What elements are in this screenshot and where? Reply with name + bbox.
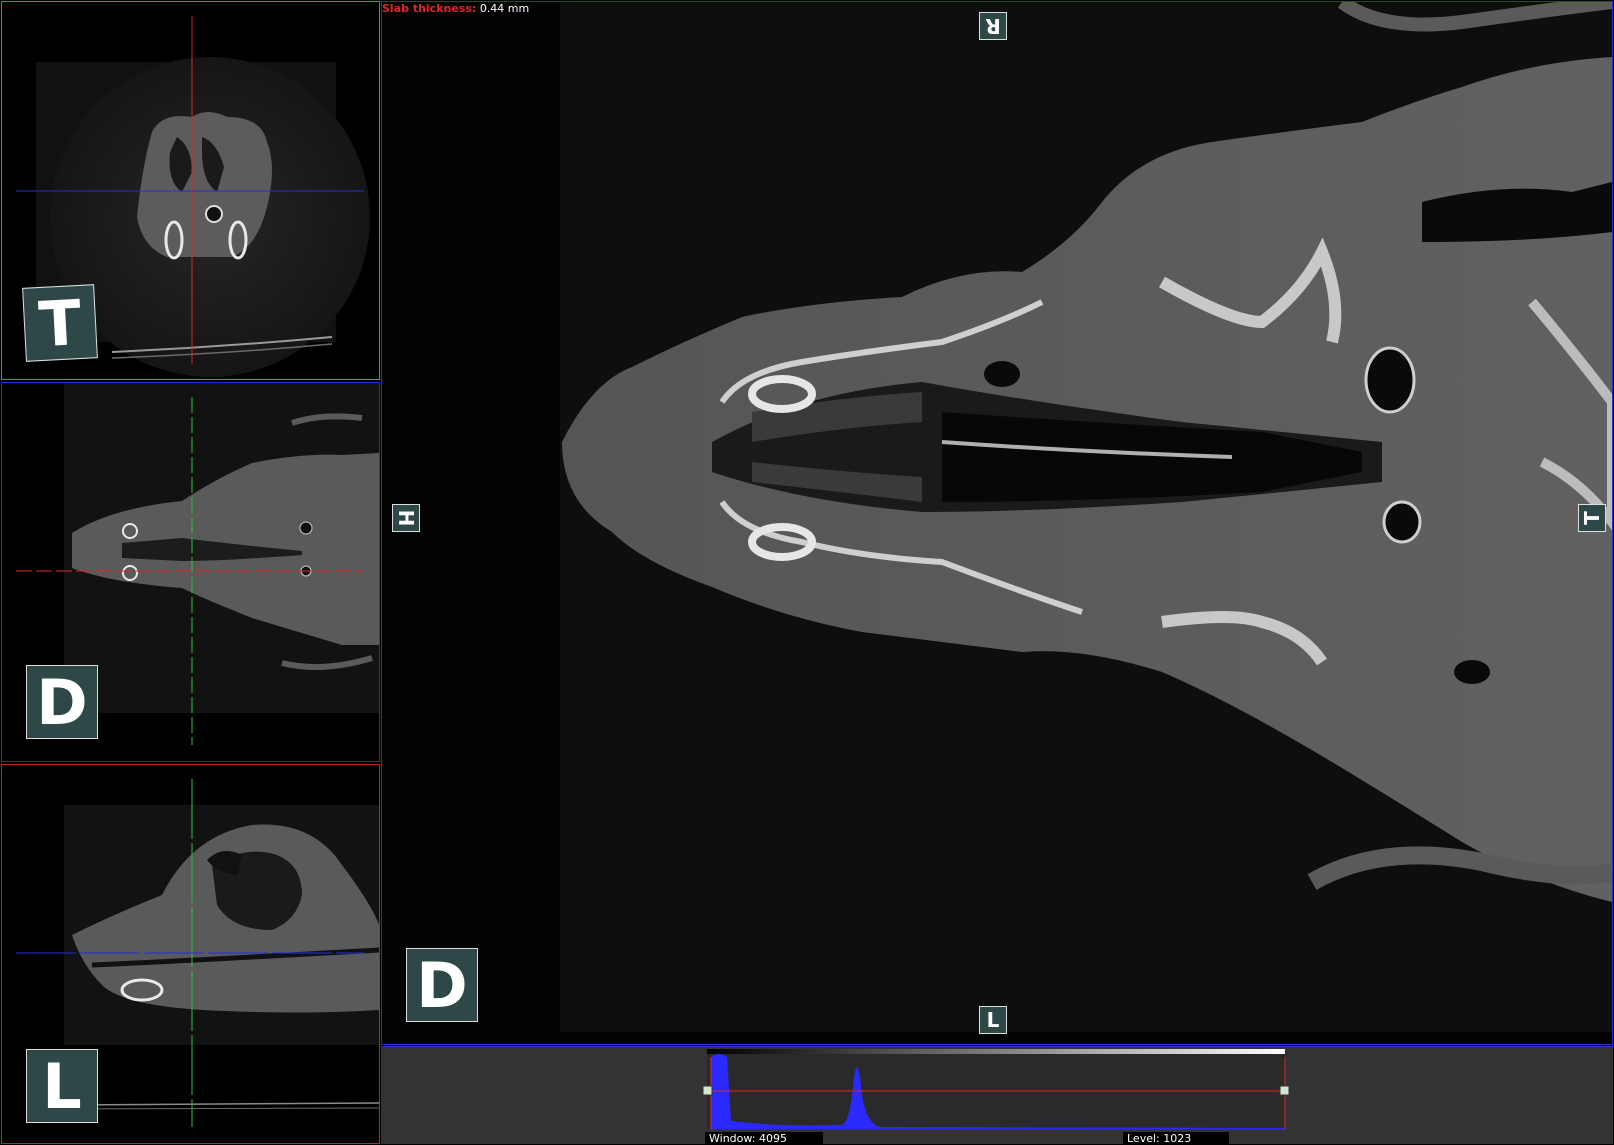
dorsal-viewport[interactable]: D — [1, 382, 380, 762]
window-high-handle[interactable] — [1279, 1085, 1290, 1096]
histogram-chart — [702, 1049, 1290, 1130]
histogram-area — [707, 1049, 1285, 1129]
grayscale-ramp — [707, 1049, 1285, 1054]
level-label: Level: — [1127, 1132, 1160, 1145]
axial-orientation-marker: T — [22, 284, 98, 362]
window-label: Window: — [709, 1132, 756, 1145]
window-low-handle[interactable] — [702, 1085, 713, 1096]
main-corner-orientation-marker: D — [406, 948, 478, 1022]
main-right-orientation-marker: T — [1578, 504, 1606, 532]
slab-thickness-value: 0.44 mm — [479, 2, 530, 15]
main-bottom-orientation-marker: L — [979, 1006, 1007, 1034]
main-top-orientation-marker: R — [979, 12, 1007, 40]
main-dorsal-viewport[interactable]: R L H T D — [381, 1, 1613, 1045]
window-level-histogram-panel[interactable]: Window: 4095 Level: 1023 — [381, 1046, 1613, 1145]
dorsal-orientation-marker: D — [26, 665, 98, 739]
window-readout: Window: 4095 — [705, 1132, 823, 1145]
lateral-orientation-marker: L — [26, 1049, 98, 1123]
slab-thickness-label: Slab thickness: — [382, 2, 477, 15]
level-value: 1023 — [1163, 1132, 1192, 1145]
level-readout: Level: 1023 — [1123, 1132, 1229, 1145]
window-value: 4095 — [758, 1132, 787, 1145]
slab-thickness-readout: Slab thickness: 0.44 mm — [382, 2, 529, 15]
main-left-orientation-marker: H — [392, 504, 420, 532]
lateral-viewport[interactable]: L — [1, 764, 380, 1144]
main-ct-image — [382, 2, 1612, 1044]
axial-viewport[interactable]: T — [1, 1, 380, 380]
